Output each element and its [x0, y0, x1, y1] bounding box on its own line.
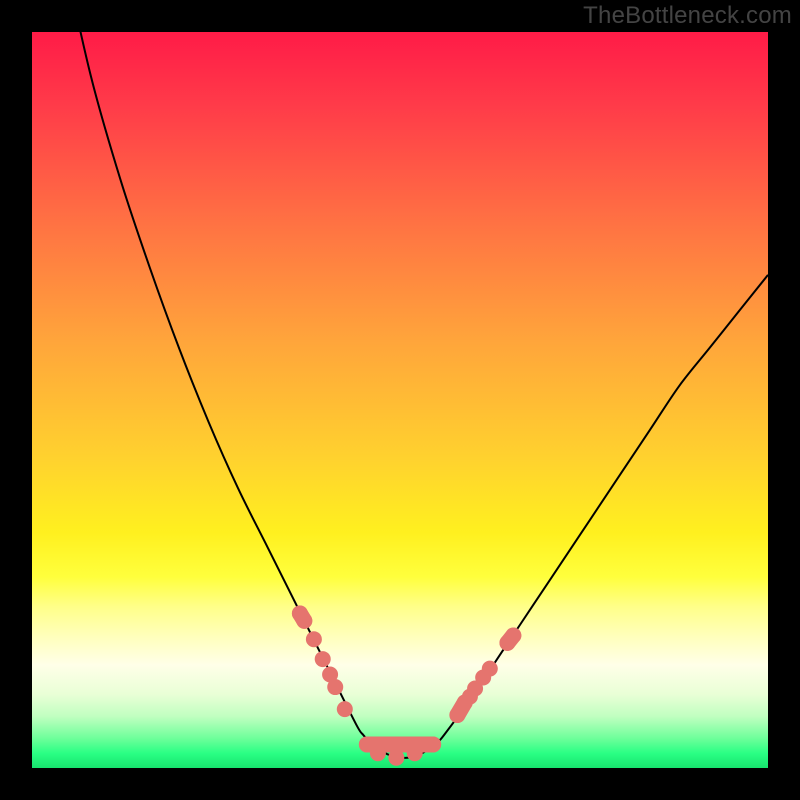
marker-dot	[425, 736, 441, 752]
marker-dot	[296, 613, 312, 629]
marker-group	[292, 605, 521, 765]
marker-dot	[407, 745, 423, 761]
marker-dot	[306, 631, 322, 647]
marker-dot	[327, 679, 343, 695]
marker-dot	[505, 628, 521, 644]
chart-svg	[32, 32, 768, 768]
chart-frame: TheBottleneck.com	[0, 0, 800, 800]
marker-dot	[315, 651, 331, 667]
marker-dot	[388, 750, 404, 766]
bottleneck-curve	[32, 32, 768, 758]
marker-dot	[482, 661, 498, 677]
marker-dot	[337, 701, 353, 717]
marker-dot	[370, 745, 386, 761]
chart-plot-area	[32, 32, 768, 768]
watermark-text: TheBottleneck.com	[583, 2, 792, 30]
